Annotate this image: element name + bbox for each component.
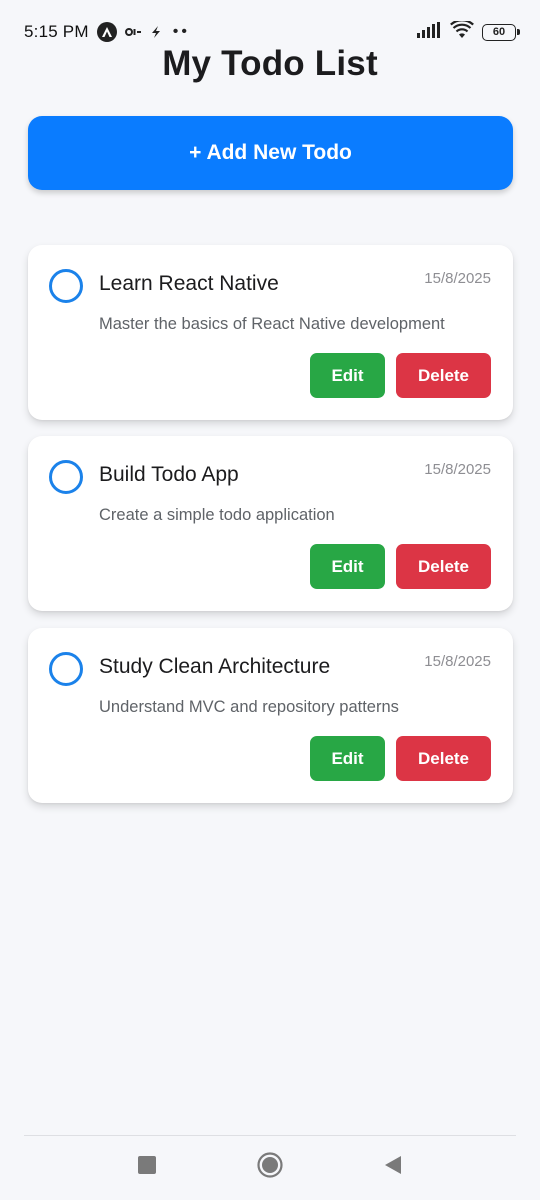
todo-date: 15/8/2025 (424, 270, 491, 287)
todo-card: Build Todo App 15/8/2025 Create a simple… (28, 436, 513, 611)
todo-checkbox[interactable] (49, 269, 83, 303)
oi-icon (124, 26, 141, 38)
todo-card: Learn React Native 15/8/2025 Master the … (28, 245, 513, 420)
edit-label: Edit (331, 365, 364, 385)
back-button[interactable] (382, 1154, 404, 1176)
edit-button[interactable]: Edit (310, 544, 385, 589)
edit-label: Edit (331, 748, 364, 768)
recents-square-icon (138, 1156, 156, 1174)
todo-title: Learn React Native (99, 272, 279, 295)
todo-description: Create a simple todo application (99, 506, 335, 524)
todo-checkbox[interactable] (49, 460, 83, 494)
more-dots-icon: •• (172, 23, 190, 40)
todo-description: Understand MVC and repository patterns (99, 698, 399, 716)
delete-button[interactable]: Delete (396, 736, 491, 781)
wifi-icon (450, 18, 474, 44)
delete-button[interactable]: Delete (396, 353, 491, 398)
status-right: 60 (416, 18, 520, 44)
recents-button[interactable] (136, 1154, 158, 1176)
todo-title: Build Todo App (99, 463, 239, 486)
delete-label: Delete (417, 748, 470, 768)
delete-label: Delete (417, 365, 470, 385)
back-triangle-icon (385, 1156, 401, 1174)
edit-button[interactable]: Edit (310, 736, 385, 781)
edit-label: Edit (331, 556, 364, 576)
add-todo-label: + Add New Todo (189, 141, 352, 164)
navigation-bar (0, 1136, 540, 1200)
todo-date: 15/8/2025 (424, 461, 491, 478)
screen: 5:15 PM •• 60 My Todo List + Add New Tod… (0, 0, 540, 1200)
delete-button[interactable]: Delete (396, 544, 491, 589)
edit-button[interactable]: Edit (310, 353, 385, 398)
a-circle-icon (96, 22, 117, 42)
add-todo-button[interactable]: + Add New Todo (28, 116, 513, 190)
todo-description: Master the basics of React Native develo… (99, 315, 445, 333)
flash-icon (149, 25, 163, 39)
status-left: 5:15 PM •• (24, 21, 190, 43)
delete-label: Delete (417, 556, 470, 576)
todo-card: Study Clean Architecture 15/8/2025 Under… (28, 628, 513, 803)
signal-icon (416, 21, 442, 43)
todo-checkbox[interactable] (49, 652, 83, 686)
battery-level: 60 (492, 25, 506, 38)
home-button[interactable] (256, 1151, 284, 1179)
page-title: My Todo List (162, 44, 378, 83)
todo-date: 15/8/2025 (424, 653, 491, 670)
status-time: 5:15 PM (24, 22, 89, 41)
battery-icon: 60 (482, 23, 520, 41)
home-circle-icon (257, 1152, 283, 1178)
todo-title: Study Clean Architecture (99, 655, 331, 678)
